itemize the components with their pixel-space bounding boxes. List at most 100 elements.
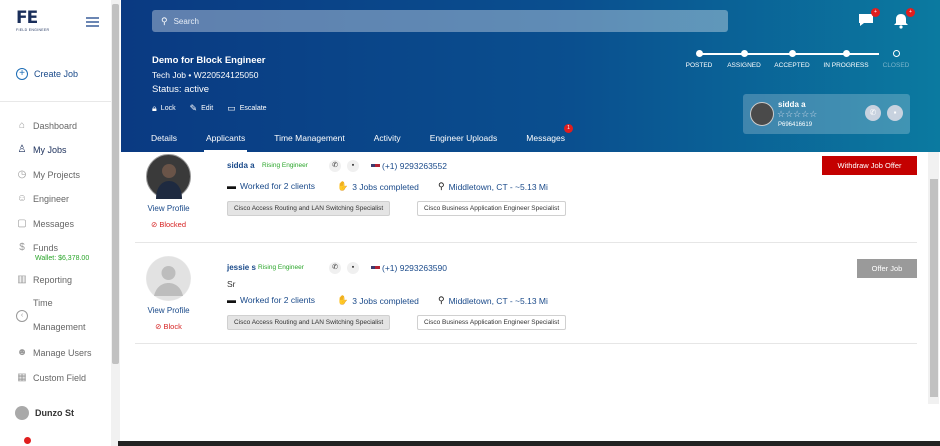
- edit-icon: ✎: [189, 103, 198, 113]
- blocked-status[interactable]: ⊘ Blocked: [135, 220, 202, 229]
- progress-step-label: POSTED: [685, 62, 713, 69]
- message-icon[interactable]: ▪: [887, 105, 903, 121]
- progress-step-label: ACCEPTED: [774, 62, 810, 69]
- bell-icon[interactable]: +: [893, 8, 915, 29]
- applicant-name[interactable]: sidda a: [227, 161, 255, 170]
- assigned-engineer-card[interactable]: sidda a ☆☆☆☆☆ P696416619 ✆ ▪: [743, 94, 910, 134]
- avatar: [15, 406, 29, 420]
- phone-number[interactable]: (+1) 9293263552: [371, 161, 447, 171]
- sidebar-item-label: My Projects: [33, 170, 81, 180]
- briefcase-icon: ▬: [227, 181, 236, 191]
- user-profile[interactable]: Dunzo St: [15, 406, 74, 420]
- horizontal-scrollbar[interactable]: [118, 441, 940, 446]
- lock-label: Lock: [160, 105, 176, 112]
- app-root: FE FIELD ENGINEER + Create Job ⌂ Dashboa…: [0, 0, 940, 446]
- engineer-avatar: [750, 102, 774, 126]
- bell-badge: +: [906, 8, 915, 17]
- calendar-icon: ▦: [17, 372, 27, 383]
- engineer-icon: ♙: [17, 144, 27, 155]
- tab-messages[interactable]: Messages 1: [526, 124, 574, 152]
- progress-dot: [842, 50, 850, 57]
- sidebar-item-label: Custom Field: [33, 373, 87, 383]
- engineer-id: P696416619: [778, 122, 813, 128]
- jobs-completed: ✋ 3 Jobs completed: [337, 181, 419, 192]
- phone-number[interactable]: (+1) 9293263590: [371, 263, 447, 273]
- tab-details[interactable]: Details: [151, 124, 177, 152]
- escalate-button[interactable]: ▭ Escalate: [227, 103, 266, 114]
- location-text: Middletown, CT - ~5.13 Mi: [448, 181, 548, 192]
- search-icon: ⚲: [161, 15, 168, 26]
- logo[interactable]: FE FIELD ENGINEER: [16, 9, 49, 39]
- menu-toggle-icon[interactable]: [86, 17, 99, 27]
- sidebar-item-manage-users[interactable]: ☻ Manage Users: [16, 347, 92, 359]
- location-pin-icon: ⚲: [438, 295, 445, 305]
- job-title: Demo for Block Engineer: [152, 55, 266, 66]
- plus-icon: +: [16, 68, 28, 80]
- chat-badge: +: [871, 8, 880, 17]
- escalate-label: Escalate: [239, 105, 267, 112]
- withdraw-job-offer-button[interactable]: Withdraw Job Offer: [822, 156, 917, 175]
- tab-activity[interactable]: Activity: [374, 124, 401, 152]
- applicant-name[interactable]: jessie s: [227, 263, 256, 272]
- search-input[interactable]: [173, 16, 714, 26]
- tab-applicants[interactable]: Applicants: [203, 124, 248, 152]
- applicant-subtitle: Sr: [227, 279, 236, 289]
- tab-engineer-uploads[interactable]: Engineer Uploads: [430, 124, 498, 152]
- progress-step-accepted: ACCEPTED: [762, 46, 822, 69]
- sidebar-item-messages[interactable]: ▢ Messages: [16, 218, 74, 230]
- applicants-list: View Profile ⊘ Blocked sidda a Rising En…: [121, 152, 940, 446]
- sidebar-item-label: Funds: [33, 243, 59, 253]
- list-item: View Profile ⊘ Block jessie s Rising Eng…: [135, 253, 917, 344]
- create-job-button[interactable]: + Create Job: [16, 68, 78, 80]
- sidebar-item-my-projects[interactable]: ◷ My Projects: [16, 169, 80, 181]
- sidebar-item-custom-field[interactable]: ▦ Custom Field: [16, 372, 86, 384]
- sidebar-scrollbar-thumb[interactable]: [112, 4, 119, 364]
- view-profile-link[interactable]: View Profile: [135, 204, 202, 213]
- time-label-1: Time: [33, 298, 53, 308]
- phone-icon[interactable]: ✆: [329, 160, 341, 172]
- view-profile-link[interactable]: View Profile: [135, 306, 202, 315]
- progress-dot: [788, 50, 796, 57]
- tab-time-management[interactable]: Time Management: [274, 124, 345, 152]
- phone-icon[interactable]: ✆: [329, 262, 341, 274]
- skill-tag: Cisco Business Application Engineer Spec…: [417, 201, 567, 216]
- call-icon[interactable]: ✆: [865, 105, 881, 121]
- engineer-name: sidda a: [778, 100, 806, 109]
- sidebar-item-time-management[interactable]: Time ‹ Management: [16, 298, 86, 332]
- progress-dot: [695, 50, 703, 57]
- sidebar-item-my-jobs[interactable]: ♙ My Jobs: [16, 144, 67, 156]
- block-button[interactable]: ⊘ Block: [135, 322, 202, 331]
- applicant-avatar: [146, 154, 191, 199]
- message-icon[interactable]: ▪: [347, 262, 359, 274]
- chat-icon[interactable]: +: [858, 8, 880, 29]
- sidebar-item-dashboard[interactable]: ⌂ Dashboard: [16, 120, 77, 132]
- notification-dot: [24, 437, 31, 444]
- clients-count: ▬ Worked for 2 clients: [227, 295, 315, 305]
- sidebar-item-label: Engineer: [33, 194, 70, 204]
- job-progress-tracker: POSTED ASSIGNED ACCEPTED IN PROGRESS CLO…: [682, 46, 912, 74]
- lock-button[interactable]: 🔒︎ Lock: [152, 103, 176, 114]
- sidebar-item-label: Reporting: [33, 275, 73, 285]
- handshake-icon: ✋: [337, 181, 349, 191]
- offer-job-button[interactable]: Offer Job: [857, 259, 917, 278]
- user-name: Dunzo St: [35, 408, 74, 418]
- progress-step-closed: CLOSED: [866, 46, 926, 69]
- sidebar-item-funds[interactable]: $ Funds: [16, 242, 58, 254]
- skill-tag: Cisco Access Routing and LAN Switching S…: [227, 315, 391, 330]
- progress-step-label: IN PROGRESS: [823, 62, 869, 69]
- message-icon[interactable]: ▪: [347, 160, 359, 172]
- sidebar-item-engineer[interactable]: ☺ Engineer: [16, 193, 69, 205]
- edit-label: Edit: [201, 105, 214, 112]
- list-item: View Profile ⊘ Blocked sidda a Rising En…: [135, 152, 917, 243]
- skill-tag: Cisco Business Application Engineer Spec…: [417, 315, 567, 330]
- sidebar-item-label: Messages: [33, 219, 75, 229]
- edit-button[interactable]: ✎ Edit: [190, 103, 214, 114]
- search-bar[interactable]: ⚲: [152, 10, 728, 32]
- progress-step-label: CLOSED: [882, 62, 910, 69]
- sidebar-item-reporting[interactable]: ▥ Reporting: [16, 274, 72, 286]
- content-scrollbar-thumb[interactable]: [930, 179, 938, 397]
- job-header: ⚲ + + Demo for Block Engineer Tech Job •…: [121, 0, 940, 152]
- messages-badge: 1: [564, 124, 574, 133]
- rating-stars: ☆☆☆☆☆: [777, 109, 818, 119]
- us-flag-icon: [371, 163, 380, 170]
